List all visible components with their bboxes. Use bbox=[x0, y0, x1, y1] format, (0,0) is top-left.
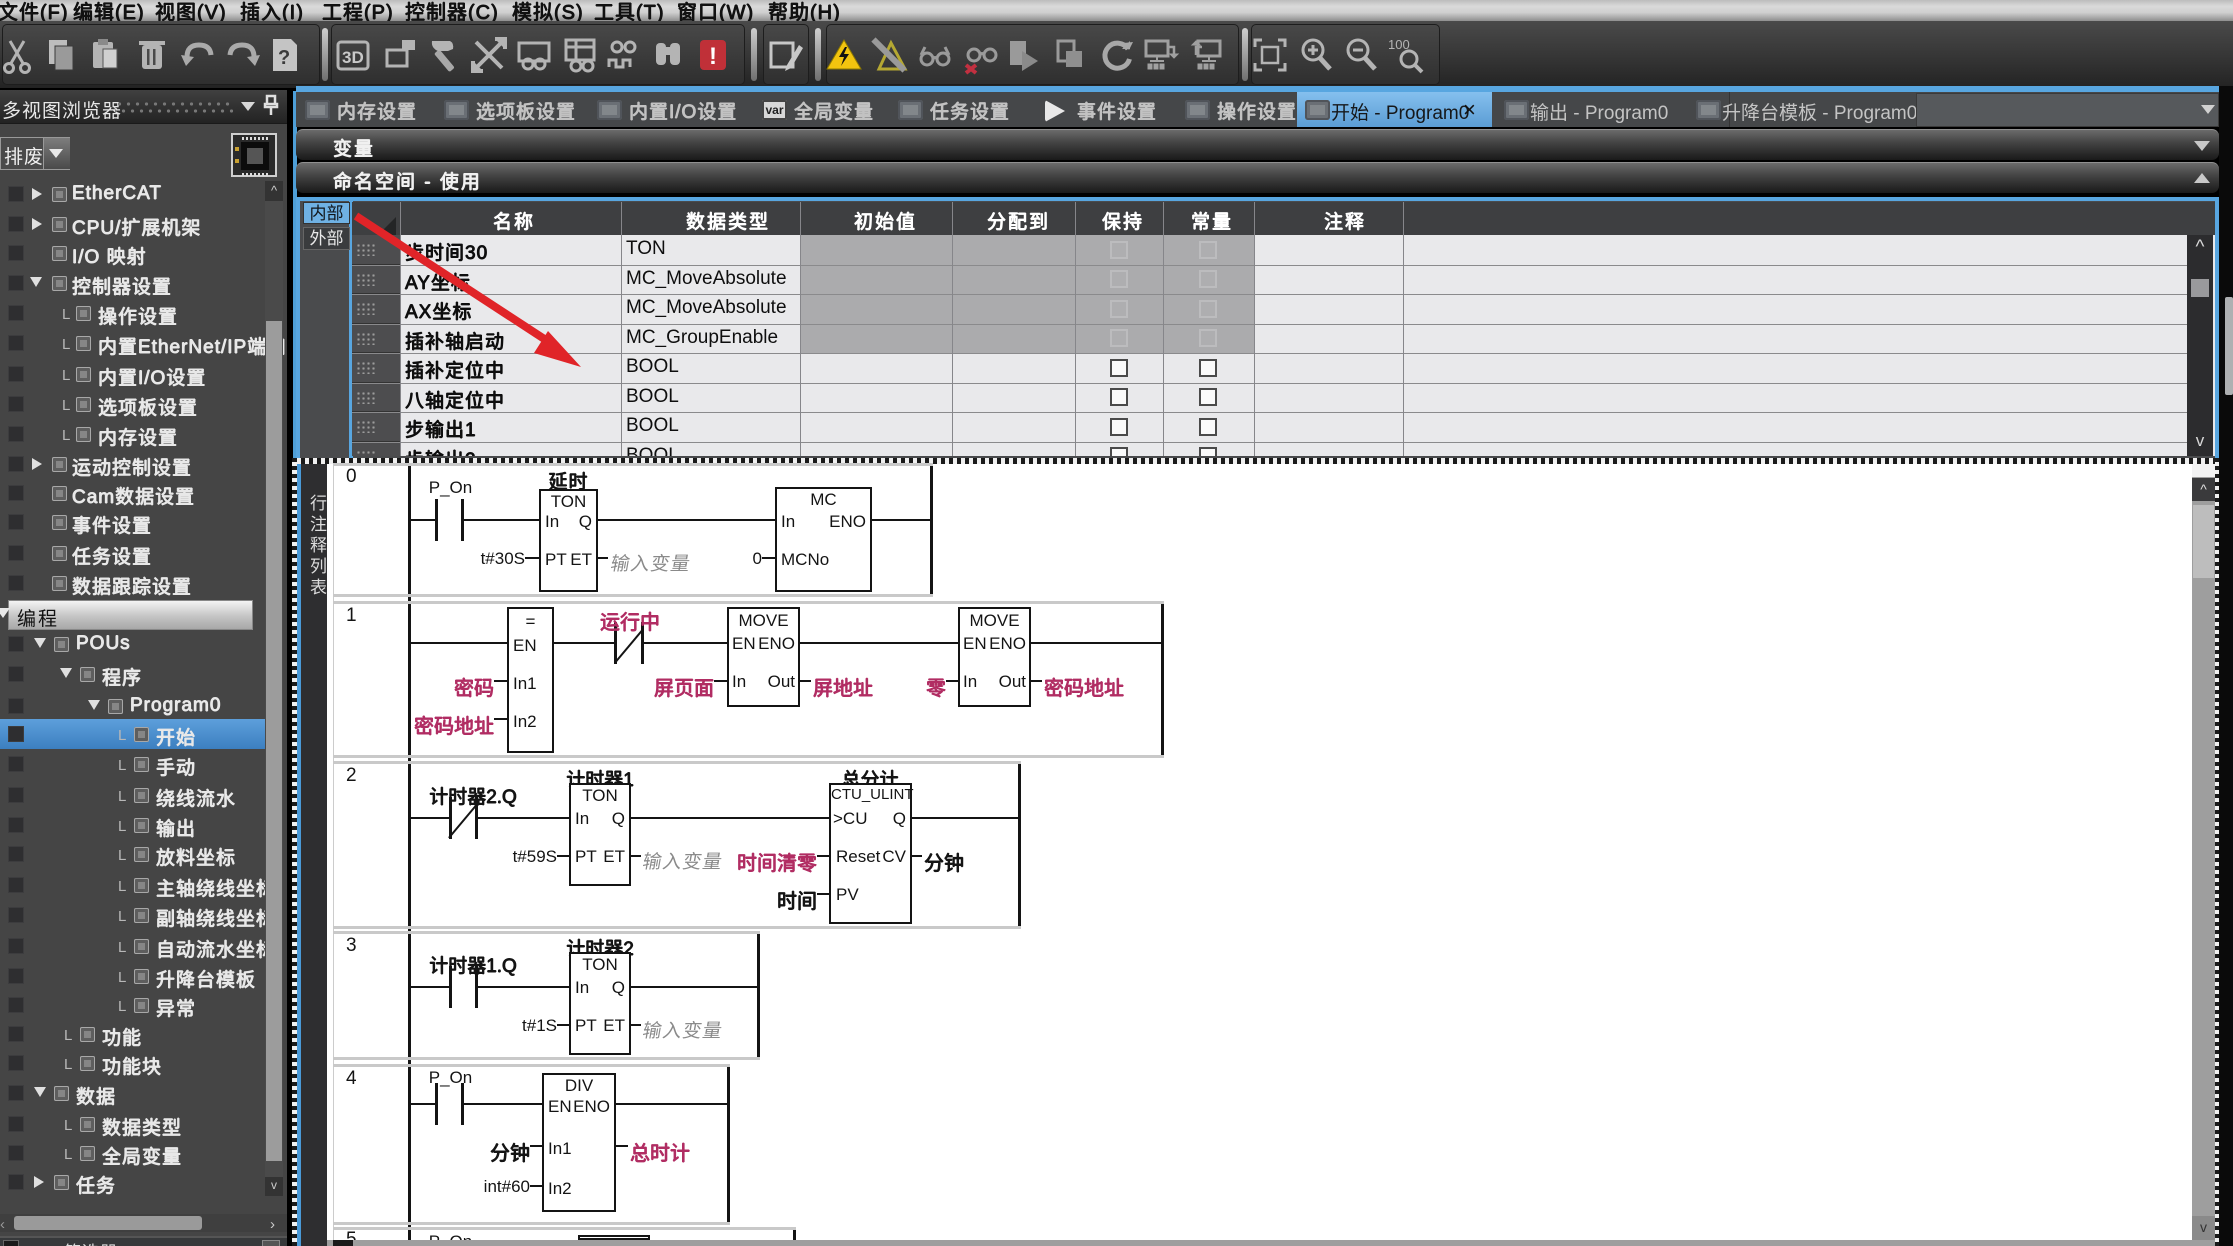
svg-text:?: ? bbox=[278, 47, 290, 69]
svg-text:!: ! bbox=[709, 43, 717, 70]
svg-text:100: 100 bbox=[1388, 37, 1410, 52]
svg-text:3D: 3D bbox=[342, 48, 364, 67]
